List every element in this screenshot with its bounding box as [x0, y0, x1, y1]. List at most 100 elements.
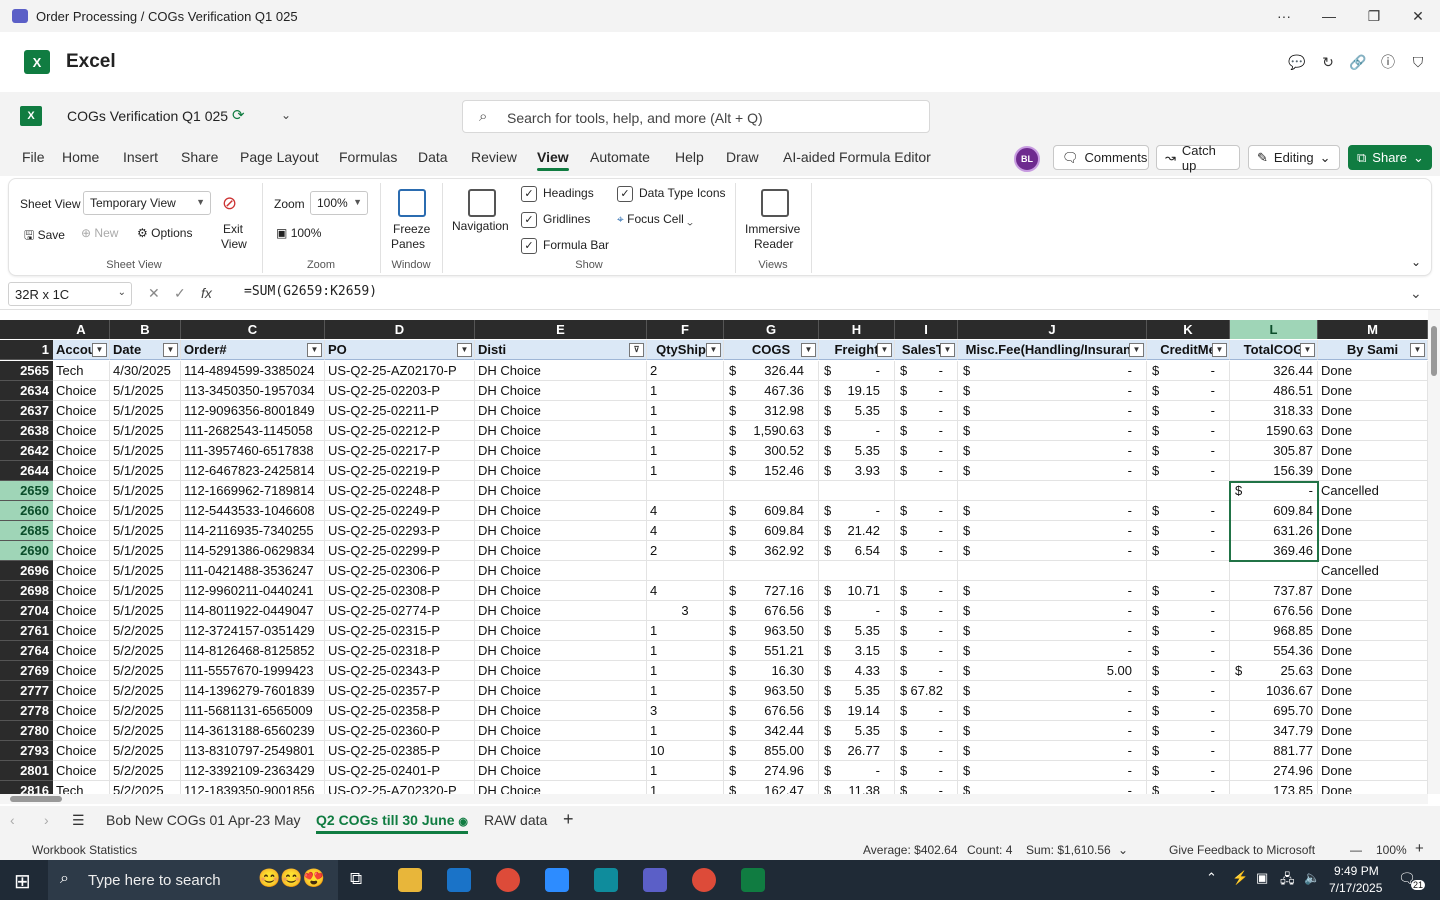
- name-box[interactable]: 32R x 1C ⌄: [8, 282, 132, 306]
- headings-checkbox[interactable]: ✓ Headings: [521, 186, 594, 202]
- table-cell[interactable]: 3: [647, 701, 724, 721]
- table-cell[interactable]: 1590.63: [1230, 421, 1318, 441]
- table-cell[interactable]: [1147, 561, 1230, 581]
- table-cell[interactable]: 112-1839350-9001856: [181, 781, 325, 794]
- row-header[interactable]: 2793: [0, 741, 53, 761]
- table-cell[interactable]: 5/1/2025: [110, 421, 181, 441]
- row-header[interactable]: 2642: [0, 441, 53, 461]
- table-cell[interactable]: [895, 481, 958, 501]
- table-cell[interactable]: DH Choice: [475, 621, 647, 641]
- tab-home[interactable]: Home: [62, 149, 99, 165]
- table-cell[interactable]: 1: [647, 761, 724, 781]
- chat-icon[interactable]: 💬: [1287, 52, 1307, 72]
- catch-up-button[interactable]: ↝ Catch up: [1156, 143, 1240, 173]
- table-cell[interactable]: Choice: [53, 701, 110, 721]
- table-cell[interactable]: 1: [647, 641, 724, 661]
- select-all-corner[interactable]: [0, 320, 53, 339]
- table-cell[interactable]: 114-5291386-0629834: [181, 541, 325, 561]
- workbook-statistics[interactable]: Workbook Statistics: [32, 843, 137, 857]
- navigation-label[interactable]: Navigation: [452, 219, 509, 233]
- scroll-thumb[interactable]: [1431, 326, 1437, 376]
- column-title-cell[interactable]: COGS ▼: [724, 340, 819, 360]
- table-cell[interactable]: Tech: [53, 781, 110, 794]
- table-cell[interactable]: $ -: [1147, 701, 1230, 721]
- table-cell[interactable]: US-Q2-25-02315-P: [325, 621, 475, 641]
- function-icon[interactable]: fx: [201, 285, 212, 301]
- row-header[interactable]: 2816: [0, 781, 53, 794]
- table-cell[interactable]: $ -: [958, 581, 1147, 601]
- table-cell[interactable]: $ -: [1147, 381, 1230, 401]
- table-cell[interactable]: 173.85: [1230, 781, 1318, 794]
- table-cell[interactable]: [647, 561, 724, 581]
- freeze-label-2[interactable]: Panes: [391, 237, 425, 251]
- row-header[interactable]: 2638: [0, 421, 53, 441]
- table-cell[interactable]: DH Choice: [475, 401, 647, 421]
- navigation-icon[interactable]: [468, 189, 496, 217]
- table-cell[interactable]: $3.93: [819, 461, 895, 481]
- column-title-cell[interactable]: Disti ⊽: [475, 340, 647, 360]
- table-cell[interactable]: Done: [1318, 621, 1428, 641]
- table-cell[interactable]: $ -: [1147, 521, 1230, 541]
- table-cell[interactable]: US-Q2-25-02248-P: [325, 481, 475, 501]
- table-cell[interactable]: $ -: [1147, 501, 1230, 521]
- expand-formula-icon[interactable]: ⌄: [1410, 285, 1422, 302]
- table-cell[interactable]: $ -: [958, 761, 1147, 781]
- table-cell[interactable]: $ -: [958, 621, 1147, 641]
- volume-icon[interactable]: 🔈: [1304, 870, 1320, 886]
- table-cell[interactable]: 112-9096356-8001849: [181, 401, 325, 421]
- table-cell[interactable]: 347.79: [1230, 721, 1318, 741]
- table-cell[interactable]: US-Q2-25-02249-P: [325, 501, 475, 521]
- scroll-thumb[interactable]: [10, 796, 62, 802]
- table-cell[interactable]: $25.63: [1230, 661, 1318, 681]
- table-cell[interactable]: Done: [1318, 441, 1428, 461]
- column-title-cell[interactable]: SalesTa ▼: [895, 340, 958, 360]
- table-cell[interactable]: [647, 481, 724, 501]
- filter-dropdown-icon[interactable]: ▼: [801, 343, 816, 357]
- table-cell[interactable]: $ -: [895, 521, 958, 541]
- table-cell[interactable]: 3: [647, 601, 724, 621]
- table-cell[interactable]: $ -: [1147, 761, 1230, 781]
- table-cell[interactable]: $19.14: [819, 701, 895, 721]
- row-header[interactable]: 2659: [0, 481, 53, 501]
- table-cell[interactable]: 5/2/2025: [110, 641, 181, 661]
- table-cell[interactable]: 112-5443533-1046608: [181, 501, 325, 521]
- table-cell[interactable]: US-Q2-25-02308-P: [325, 581, 475, 601]
- table-cell[interactable]: 4: [647, 581, 724, 601]
- table-cell[interactable]: US-Q2-25-02293-P: [325, 521, 475, 541]
- table-cell[interactable]: 5/2/2025: [110, 701, 181, 721]
- column-title-cell[interactable]: Freight ▼: [819, 340, 895, 360]
- table-cell[interactable]: 111-5557670-1999423: [181, 661, 325, 681]
- table-cell[interactable]: Done: [1318, 501, 1428, 521]
- save-view-button[interactable]: 🖫 Save: [24, 226, 65, 247]
- table-cell[interactable]: $ -: [895, 781, 958, 794]
- filter-dropdown-icon[interactable]: ▼: [940, 343, 955, 357]
- table-cell[interactable]: $5.35: [819, 681, 895, 701]
- table-cell[interactable]: $ -: [819, 421, 895, 441]
- tab-insert[interactable]: Insert: [123, 149, 158, 165]
- table-cell[interactable]: $ -: [958, 781, 1147, 794]
- spreadsheet-grid[interactable]: A B C D E F G H I J K L M 1 Accou ▼ Date ▼ Order# ▼ PO ▼ Disti…: [0, 320, 1428, 794]
- comments-button[interactable]: 🗨 Comments: [1053, 145, 1149, 170]
- table-cell[interactable]: 114-2116935-7340255: [181, 521, 325, 541]
- table-cell[interactable]: Choice: [53, 541, 110, 561]
- table-cell[interactable]: $ -: [895, 501, 958, 521]
- more-options-icon[interactable]: ···: [1262, 0, 1306, 32]
- exit-view-label-1[interactable]: Exit: [223, 222, 243, 236]
- immersive-label-2[interactable]: Reader: [754, 237, 793, 251]
- table-cell[interactable]: 486.51: [1230, 381, 1318, 401]
- table-cell[interactable]: Done: [1318, 581, 1428, 601]
- table-cell[interactable]: $855.00: [724, 741, 819, 761]
- table-cell[interactable]: DH Choice: [475, 581, 647, 601]
- sheet-tab-raw-data[interactable]: RAW data: [484, 812, 547, 828]
- table-cell[interactable]: [819, 481, 895, 501]
- chevron-down-icon[interactable]: ⌄: [1118, 843, 1128, 857]
- table-cell[interactable]: 156.39: [1230, 461, 1318, 481]
- column-header[interactable]: E: [475, 320, 647, 339]
- prev-sheet-icon[interactable]: ‹: [10, 812, 15, 828]
- table-cell[interactable]: Choice: [53, 641, 110, 661]
- table-cell[interactable]: 881.77: [1230, 741, 1318, 761]
- table-cell[interactable]: $ -: [1147, 421, 1230, 441]
- table-cell[interactable]: 695.70: [1230, 701, 1318, 721]
- table-cell[interactable]: 5/1/2025: [110, 441, 181, 461]
- table-cell[interactable]: $26.77: [819, 741, 895, 761]
